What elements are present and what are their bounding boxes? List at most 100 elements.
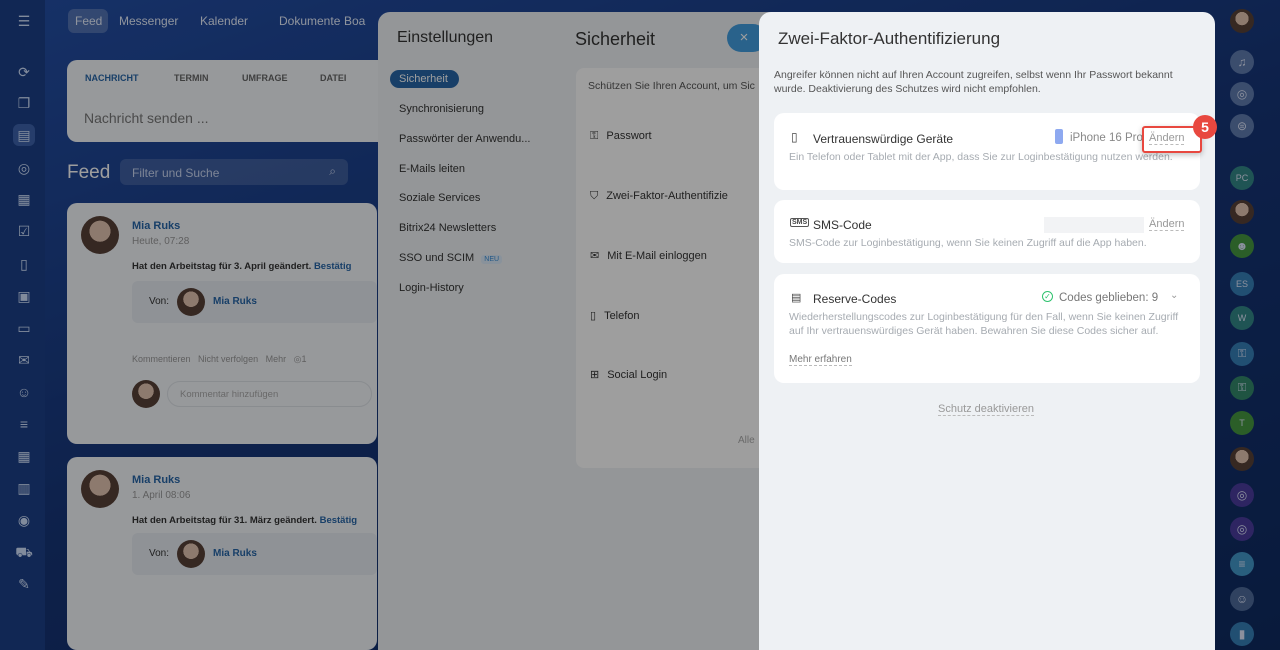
bot-icon[interactable]: ☺ [1230, 587, 1254, 611]
post-author[interactable]: Mia Ruks [132, 474, 180, 486]
tab-event[interactable]: TERMIN [174, 73, 209, 83]
nav-messenger[interactable]: Messenger [119, 14, 178, 28]
filter-search-input[interactable]: Filter und Suche ⌕ [120, 159, 348, 185]
change-sms-link[interactable]: Ändern [1149, 218, 1185, 231]
confirm-link[interactable]: Bestätig [320, 515, 357, 526]
chat-pc[interactable]: PC [1230, 166, 1254, 190]
unfollow-link[interactable]: Nicht verfolgen [198, 354, 258, 364]
copilot-icon[interactable]: ◎ [1230, 82, 1254, 106]
tab-message[interactable]: NACHRICHT [85, 73, 139, 83]
mail-icon: ✉ [590, 250, 600, 262]
grid-icon: ⊞ [590, 369, 600, 381]
learn-more-link[interactable]: Mehr erfahren [789, 354, 852, 366]
nav-mail-forward[interactable]: E-Mails leiten [399, 163, 465, 175]
item-label: Mit E-Mail einloggen [607, 250, 707, 262]
copilot-chat-icon[interactable]: ◎ [1230, 483, 1254, 507]
schedule-icon[interactable]: ▦ [13, 445, 35, 467]
chat-es[interactable]: ES [1230, 272, 1254, 296]
nav-calendar[interactable]: Kalender [200, 14, 248, 28]
nav-sync[interactable]: Synchronisierung [399, 103, 484, 115]
reserve-codes-card: ▤ Reserve-Codes ✓ Codes geblieben: 9 ⌄ W… [774, 274, 1200, 383]
tab-file[interactable]: DATEI [320, 73, 346, 83]
sms-icon: SMS [790, 218, 810, 227]
calendar-icon[interactable]: ▦ [13, 188, 35, 210]
settings-panel: Einstellungen Sicherheit Synchronisierun… [378, 12, 778, 650]
messages-icon[interactable]: ≡ [1230, 552, 1254, 576]
comment-link[interactable]: Kommentieren [132, 354, 191, 364]
nav-security[interactable]: Sicherheit [399, 73, 448, 85]
nav-login-history[interactable]: Login-History [399, 282, 464, 294]
post-author[interactable]: Mia Ruks [132, 220, 180, 232]
from-user[interactable]: Mia Ruks [213, 296, 257, 307]
board-icon[interactable]: ▣ [13, 285, 35, 307]
feed-post: Mia Ruks 1. April 08:06 Hat den Arbeitst… [67, 457, 377, 650]
item-password[interactable]: ⚿ Passwort [590, 130, 655, 143]
lock-chat-icon[interactable]: ⚿ [1230, 376, 1254, 400]
chevron-down-icon[interactable]: ⌄ [1170, 290, 1178, 301]
step-badge: 5 [1193, 115, 1217, 139]
goals-icon[interactable]: ◉ [13, 509, 35, 531]
panel-title: Zwei-Faktor-Authentifizierung [778, 29, 1001, 48]
security-intro: Schützen Sie Ihren Account, um Sic [588, 80, 755, 92]
nav-feed[interactable]: Feed [75, 14, 102, 28]
user-avatar[interactable] [1230, 9, 1254, 33]
more-link[interactable]: Mehr [266, 354, 287, 364]
chat-icon[interactable]: ❐ [13, 92, 35, 114]
support-icon[interactable]: ⊜ [1230, 114, 1254, 138]
item-social-login[interactable]: ⊞ Social Login [590, 368, 667, 381]
copilot-chat-icon[interactable]: ◎ [1230, 517, 1254, 541]
nav-documents[interactable]: Dokumente [279, 14, 340, 28]
item-phone[interactable]: ▯ Telefon [590, 309, 640, 322]
store-icon[interactable]: ▥ [13, 477, 35, 499]
lock-chat-icon[interactable]: ⚿ [1230, 342, 1254, 366]
nav-app-passwords[interactable]: Passwörter der Anwendu... [399, 133, 530, 145]
settings-title: Einstellungen [397, 29, 494, 46]
bell-icon[interactable]: ♫ [1230, 50, 1254, 74]
reserve-codes-description: Wiederherstellungscodes zur Loginbestäti… [789, 311, 1179, 337]
nav-boards[interactable]: Boa [344, 14, 365, 28]
left-sidebar: ☰ ⟳ ❐ ▤ ◎ ▦ ☑ ▯ ▣ ▭ ✉ ☺ ≡ ▦ ▥ ◉ ⛟ ✎ [0, 0, 45, 650]
show-all-link[interactable]: Alle [738, 435, 755, 446]
message-input[interactable]: Nachricht senden ... [84, 110, 209, 126]
chat-t[interactable]: T [1230, 411, 1254, 435]
from-user[interactable]: Mia Ruks [213, 548, 257, 559]
trusted-devices-description: Ein Telefon oder Tablet mit der App, das… [789, 151, 1173, 163]
filter-icon[interactable]: ≡ [13, 413, 35, 435]
groups-icon[interactable]: ◎ [13, 157, 35, 179]
item-label: Passwort [606, 130, 652, 142]
item-two-factor[interactable]: ⛉ Zwei-Faktor-Authentifizie [590, 190, 728, 203]
comment-input[interactable]: Kommentar hinzufügen [167, 381, 372, 407]
cart-icon[interactable]: ⛟ [13, 541, 35, 563]
feed-icon[interactable]: ▤ [13, 124, 35, 146]
crm-icon[interactable]: ▭ [13, 317, 35, 339]
employees-icon[interactable]: ☺ [13, 381, 35, 403]
security-card: Schützen Sie Ihren Account, um Sic [576, 68, 778, 468]
deactivate-protection-link[interactable]: Schutz deaktivieren [938, 403, 1034, 416]
iphone-icon [1055, 129, 1063, 144]
nav-sso-scim[interactable]: SSO und SCIM NEU [399, 252, 503, 264]
chat-user-avatar[interactable] [1230, 200, 1254, 224]
feed-title: Feed [67, 162, 111, 183]
avatar [81, 470, 119, 508]
from-box: Von: Mia Ruks [132, 281, 377, 323]
mail-icon[interactable]: ✉ [13, 349, 35, 371]
nav-social-services[interactable]: Soziale Services [399, 192, 480, 204]
menu-icon[interactable]: ☰ [13, 10, 35, 32]
tab-poll[interactable]: UMFRAGE [242, 73, 288, 83]
chat-w[interactable]: W [1230, 306, 1254, 330]
tasks-icon[interactable]: ☑ [13, 220, 35, 242]
item-email-login[interactable]: ✉ Mit E-Mail einloggen [590, 249, 707, 262]
trusted-devices-card: ▯ Vertrauenswürdige Geräte iPhone 16 Pro… [774, 113, 1200, 190]
nav-newsletters[interactable]: Bitrix24 Newsletters [399, 222, 496, 234]
reserve-codes-title: Reserve-Codes [813, 292, 897, 306]
nav-sso-label: SSO und SCIM [399, 252, 475, 264]
item-label: Telefon [604, 310, 640, 322]
documents-icon[interactable]: ▯ [13, 253, 35, 275]
group-chat-icon[interactable]: ☻ [1230, 234, 1254, 258]
activity-icon[interactable]: ⟳ [13, 61, 35, 83]
confirm-link[interactable]: Bestätig [314, 261, 351, 272]
group-avatar[interactable] [1230, 447, 1254, 471]
from-box: Von: Mia Ruks [132, 533, 377, 575]
sign-icon[interactable]: ✎ [13, 573, 35, 595]
bookmark-icon[interactable]: ▮ [1230, 622, 1254, 646]
